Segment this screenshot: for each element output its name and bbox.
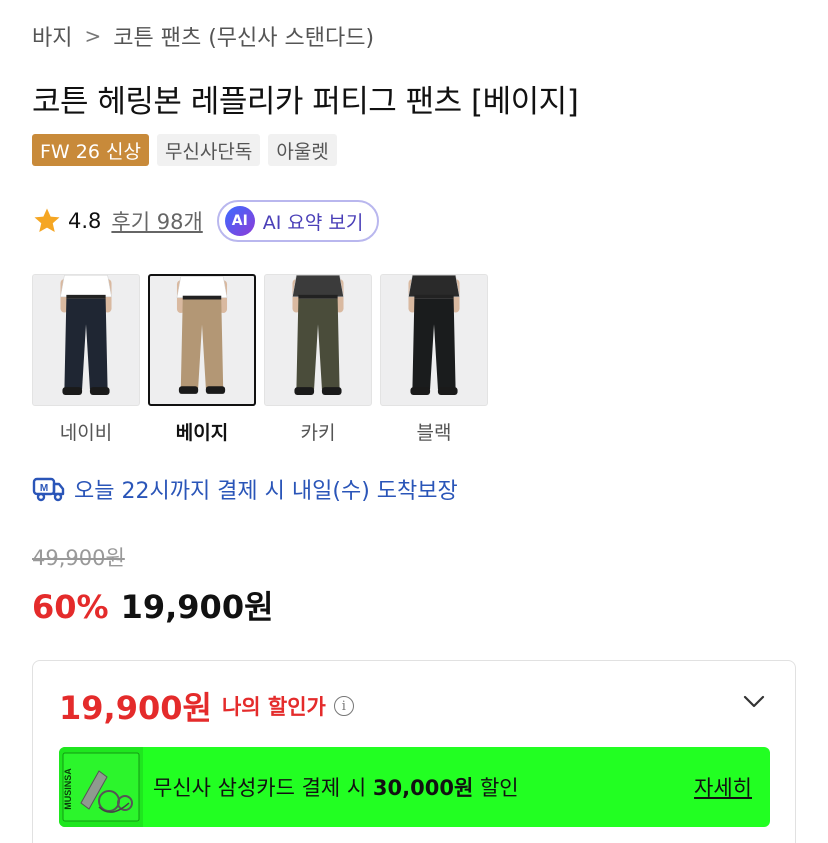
color-name: 베이지 [175, 422, 229, 444]
model-figure [292, 275, 344, 395]
my-discount-label: 나의 할인가 [221, 695, 326, 719]
model-pants [180, 299, 224, 389]
card-graphic: MUSINSA [59, 747, 143, 827]
product-thumbnail [148, 274, 256, 406]
breadcrumb-current[interactable]: 코튼 팬츠 (무신사 스탠다드) [113, 20, 374, 52]
delivery-guarantee[interactable]: M 오늘 22시까지 결제 시 내일(수) 도착보장 [32, 472, 458, 506]
model-shoe [321, 387, 342, 395]
product-thumbnail [380, 274, 488, 406]
sale-price: 19,900원 [120, 588, 274, 626]
color-option-navy[interactable]: 네이비 [32, 274, 140, 445]
svg-text:M: M [40, 483, 48, 494]
my-price-row: 19,900원 나의 할인가 i [59, 683, 354, 729]
benefit-card: 19,900원 나의 할인가 i MUSINSA 무신사 삼성카드 결제 시 3… [32, 660, 796, 843]
review-count-link[interactable]: 후기 98개 [111, 206, 202, 236]
product-thumbnail [264, 274, 372, 406]
model-shoe [410, 387, 431, 395]
model-pants [412, 298, 456, 390]
rating-row: 4.8 후기 98개 AI AI 요약 보기 [32, 200, 380, 242]
badge-new: FW 26 신상 [32, 134, 149, 166]
model-belt [66, 294, 106, 299]
card-detail-link[interactable]: 자세히 [694, 747, 752, 827]
model-shirt [176, 276, 228, 298]
card-text-prefix: 무신사 삼성카드 결제 시 [153, 776, 373, 800]
card-discount-banner[interactable]: MUSINSA 무신사 삼성카드 결제 시 30,000원 할인 자세히 [59, 747, 770, 827]
original-price: 49,900원 [32, 546, 125, 570]
star-icon [34, 208, 60, 232]
my-discount-price: 19,900원 [59, 689, 212, 727]
card-discount-text: 무신사 삼성카드 결제 시 30,000원 할인 [153, 772, 519, 802]
card-text-suffix: 할인 [473, 776, 519, 800]
model-shoe [205, 386, 226, 394]
color-name: 카키 [300, 422, 336, 444]
truck-icon: M [32, 477, 65, 502]
color-options: 네이비 베이지 카키 블랙 [32, 274, 488, 445]
model-figure [176, 276, 228, 394]
badge-exclusive: 무신사단독 [156, 134, 261, 166]
color-option-beige[interactable]: 베이지 [148, 274, 256, 445]
model-shoe [178, 386, 199, 394]
price-row: 60% 19,900원 [32, 582, 274, 628]
model-figure [60, 275, 112, 395]
ai-summary-label: AI 요약 보기 [262, 211, 364, 234]
model-figure [408, 275, 460, 395]
model-pants [296, 298, 340, 390]
color-option-khaki[interactable]: 카키 [264, 274, 372, 445]
card-image: MUSINSA [59, 747, 143, 827]
color-name: 블랙 [416, 422, 452, 444]
model-belt [182, 295, 222, 300]
chevron-right-icon: > [84, 24, 102, 48]
model-shirt [292, 275, 344, 298]
card-brand-text: MUSINSA [63, 768, 73, 810]
chevron-down-icon[interactable] [743, 695, 765, 709]
ai-summary-button[interactable]: AI AI 요약 보기 [216, 200, 380, 242]
model-shirt [408, 275, 460, 298]
model-shoe [437, 387, 458, 395]
model-belt [298, 294, 338, 299]
rating-score: 4.8 [68, 209, 102, 233]
breadcrumb: 바지 > 코튼 팬츠 (무신사 스탠다드) [32, 20, 374, 52]
model-shoe [89, 387, 110, 395]
ai-icon: AI [224, 206, 255, 236]
model-shoe [62, 387, 83, 395]
color-name: 네이비 [59, 422, 113, 444]
discount-rate: 60% [32, 588, 109, 626]
info-icon[interactable]: i [333, 696, 354, 716]
badge-outlet: 아울렛 [268, 134, 337, 166]
model-pants [64, 298, 108, 390]
model-shirt [60, 275, 112, 298]
product-title: 코튼 헤링본 레플리카 퍼티그 팬츠 [베이지] [32, 84, 579, 120]
model-belt [414, 294, 454, 299]
delivery-text: 오늘 22시까지 결제 시 내일(수) 도착보장 [74, 479, 458, 504]
product-thumbnail [32, 274, 140, 406]
color-option-black[interactable]: 블랙 [380, 274, 488, 445]
breadcrumb-category[interactable]: 바지 [32, 20, 72, 52]
card-discount-amount: 30,000원 [372, 776, 474, 800]
model-shoe [294, 387, 315, 395]
badge-list: FW 26 신상 무신사단독 아울렛 [32, 134, 337, 166]
